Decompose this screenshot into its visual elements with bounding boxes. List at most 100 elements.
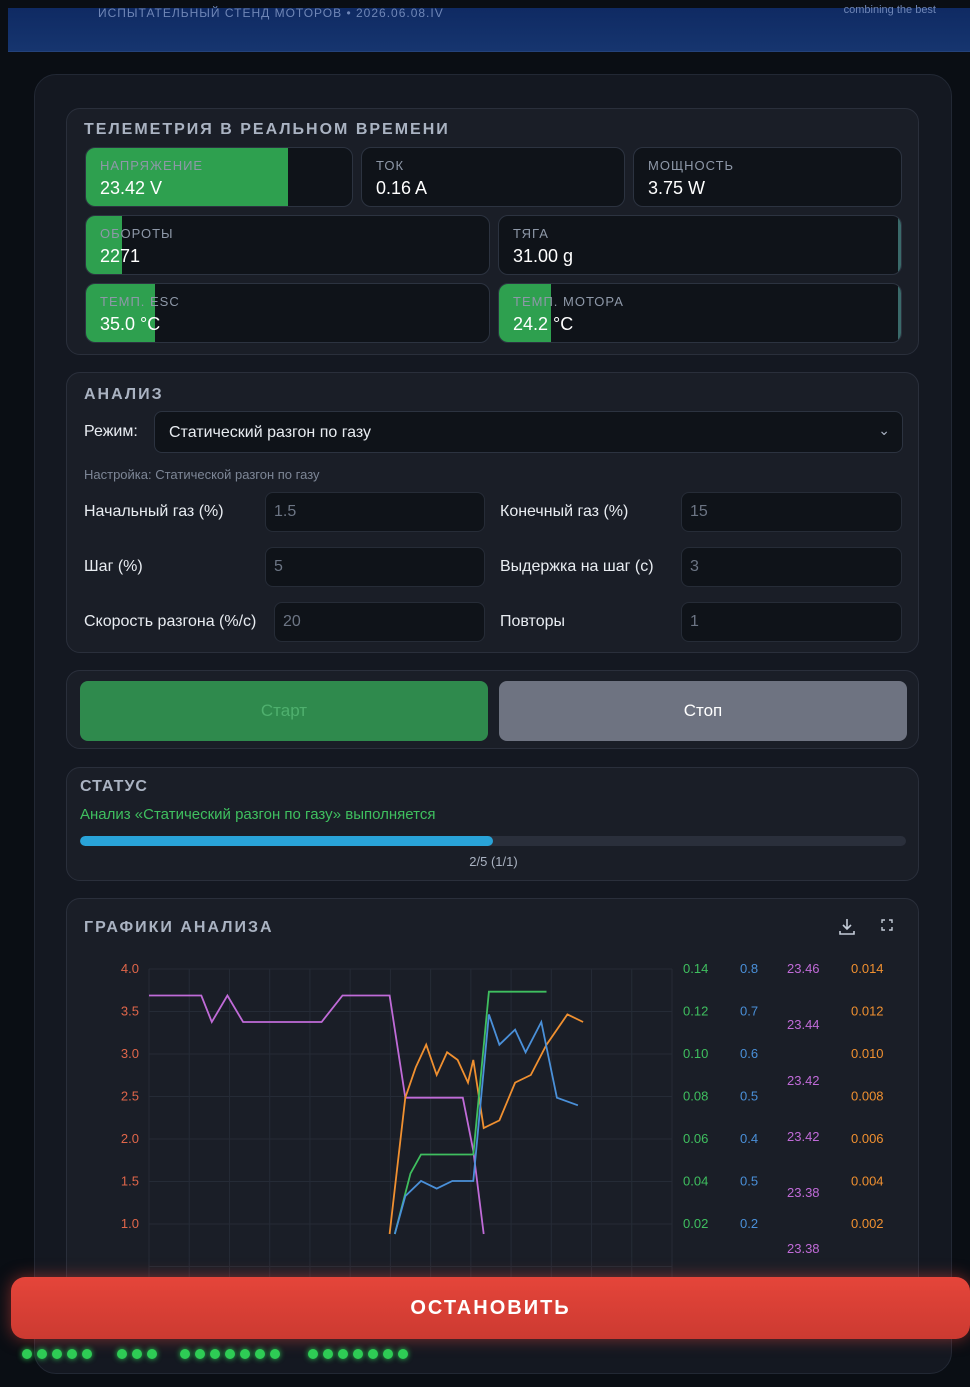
series-line: [149, 993, 485, 1235]
analysis-chart: 4.0 3.5 3.0 2.5 2.0 1.5 1.0 0.14 0.12 0.10 0.08 0.0…: [121, 961, 884, 1317]
motor-temp-value: 24.2 °C: [513, 314, 574, 334]
status-dot: [180, 1349, 190, 1359]
end-throttle-label: Конечный газ (%): [500, 503, 629, 520]
status-dot: [338, 1349, 348, 1359]
status-dot: [117, 1349, 127, 1359]
axis-tick-label: 0.4: [740, 1131, 758, 1146]
end-throttle-input[interactable]: 15: [681, 492, 902, 532]
esc-temp-value: 35.0 °C: [100, 314, 161, 334]
start-button[interactable]: Старт: [80, 681, 488, 741]
status-message: Анализ «Статический разгон по газу» выпо…: [80, 806, 436, 823]
axis-tick-label: 23.38: [787, 1241, 820, 1256]
status-dot: [225, 1349, 235, 1359]
start-throttle-input[interactable]: 1.5: [265, 492, 485, 532]
current-label: ТОК: [376, 158, 405, 173]
axis-tick-label: 1.0: [121, 1216, 139, 1231]
motor-temp-label: ТЕМП. МОТОРА: [513, 294, 624, 309]
axis-tick-label: 0.8: [740, 961, 758, 976]
top-header: ИСПЫТАТЕЛЬНЫЙ СТЕНД МОТОРОВ • 2026.06.08…: [8, 4, 970, 52]
hold-per-step-input[interactable]: 3: [681, 547, 902, 587]
emergency-stop-button[interactable]: ОСТАНОВИТЬ: [11, 1277, 970, 1339]
step-label: Шаг (%): [84, 558, 143, 575]
status-title: СТАТУС: [80, 778, 148, 795]
status-dot: [37, 1349, 47, 1359]
axis-tick-label: 2.5: [121, 1089, 139, 1104]
axis-tick-label: 23.42: [787, 1129, 820, 1144]
axis-tick-label: 0.010: [851, 1046, 884, 1061]
analysis-title: АНАЛИЗ: [84, 386, 164, 403]
status-dot: [353, 1349, 363, 1359]
voltage-value: 23.42 V: [100, 178, 163, 198]
axis-tick-label: 0.06: [683, 1131, 708, 1146]
axis-tick-label: 23.44: [787, 1017, 820, 1032]
status-dot: [255, 1349, 265, 1359]
axis-tick-label: 0.2: [740, 1216, 758, 1231]
progress-bar: [80, 836, 906, 846]
status-card: СТАТУС Анализ «Статический разгон по газ…: [66, 767, 919, 881]
status-dot: [67, 1349, 77, 1359]
start-throttle-label: Начальный газ (%): [84, 503, 224, 520]
axis-tick-label: 0.12: [683, 1004, 708, 1019]
status-dot: [308, 1349, 318, 1359]
axis-tick-label: 0.004: [851, 1174, 884, 1189]
rpm-tile: ОБОРОТЫ 2271: [85, 215, 490, 275]
rpm-value: 2271: [100, 246, 141, 266]
mode-label: Режим:: [84, 423, 138, 440]
status-dot: [323, 1349, 333, 1359]
status-dot: [270, 1349, 280, 1359]
hold-per-step-label: Выдержка на шаг (с): [500, 558, 654, 575]
settings-hint: Настройка: Статической разгон по газу: [84, 467, 320, 482]
axis-tick-label: 23.38: [787, 1185, 820, 1200]
esc-temp-label: ТЕМП. ESC: [100, 294, 180, 309]
esc-temp-tile: ТЕМП. ESC 35.0 °C: [85, 283, 490, 343]
repeats-input[interactable]: 1: [681, 602, 902, 642]
axis-tick-label: 3.0: [121, 1046, 139, 1061]
axis-tick-label: 0.6: [740, 1046, 758, 1061]
progress-text: 2/5 (1/1): [469, 854, 518, 869]
axis-tick-label: 2.0: [121, 1131, 139, 1146]
axis-tick-label: 0.5: [740, 1174, 758, 1189]
controls-card: Старт Стоп: [66, 670, 919, 749]
status-dot: [132, 1349, 142, 1359]
axis-tick-label: 0.04: [683, 1174, 708, 1189]
charts-card: ГРАФИКИ АНАЛИЗА 4.0 3.5 3.0 2.5 2.0 1.5 1.0 0.1…: [66, 898, 919, 1318]
stop-button[interactable]: Стоп: [499, 681, 907, 741]
axis-tick-label: 0.008: [851, 1089, 884, 1104]
progress-fill: [80, 836, 493, 846]
ramp-speed-input[interactable]: 20: [274, 602, 485, 642]
power-label: МОЩНОСТЬ: [648, 158, 735, 173]
analysis-card: АНАЛИЗ Режим: Статический разгон по газу…: [66, 372, 919, 653]
current-tile: ТОК 0.16 A: [361, 147, 625, 207]
thrust-label: ТЯГА: [513, 226, 549, 241]
status-dot: [22, 1349, 32, 1359]
ramp-speed-label: Скорость разгона (%/с): [84, 613, 257, 630]
axis-tick-label: 3.5: [121, 1004, 139, 1019]
axis-tick-label: 0.02: [683, 1216, 708, 1231]
telemetry-title: ТЕЛЕМЕТРИЯ В РЕАЛЬНОМ ВРЕМЕНИ: [84, 121, 450, 138]
axis-tick-label: 0.5: [740, 1089, 758, 1104]
axis-tick-label: 0.08: [683, 1089, 708, 1104]
voltage-tile: НАПРЯЖЕНИЕ 23.42 V: [85, 147, 353, 207]
voltage-label: НАПРЯЖЕНИЕ: [100, 158, 204, 173]
current-value: 0.16 A: [376, 178, 428, 198]
status-dot: [398, 1349, 408, 1359]
status-dot: [82, 1349, 92, 1359]
motor-temp-tile: ТЕМП. МОТОРА 24.2 °C: [498, 283, 902, 343]
power-tile: МОЩНОСТЬ 3.75 W: [633, 147, 902, 207]
status-dot: [147, 1349, 157, 1359]
step-input[interactable]: 5: [265, 547, 485, 587]
axis-tick-label: 0.014: [851, 961, 884, 976]
axis-tick-label: 0.7: [740, 1004, 758, 1019]
axis-tick-label: 23.42: [787, 1073, 820, 1088]
status-dot: [368, 1349, 378, 1359]
axis-tick-label: 0.012: [851, 1004, 884, 1019]
status-dot: [383, 1349, 393, 1359]
telemetry-card: ТЕЛЕМЕТРИЯ В РЕАЛЬНОМ ВРЕМЕНИ НАПРЯЖЕНИЕ…: [66, 108, 919, 355]
thrust-tile: ТЯГА 31.00 g: [498, 215, 902, 275]
header-subtitle: ИСПЫТАТЕЛЬНЫЙ СТЕНД МОТОРОВ • 2026.06.08…: [98, 6, 444, 20]
thrust-edge: [898, 216, 901, 274]
mode-select[interactable]: Статический разгон по газу ⌄: [154, 411, 903, 453]
chevron-down-icon: ⌄: [878, 422, 890, 438]
motor-temp-edge: [898, 284, 901, 342]
axis-tick-label: 0.002: [851, 1216, 884, 1231]
